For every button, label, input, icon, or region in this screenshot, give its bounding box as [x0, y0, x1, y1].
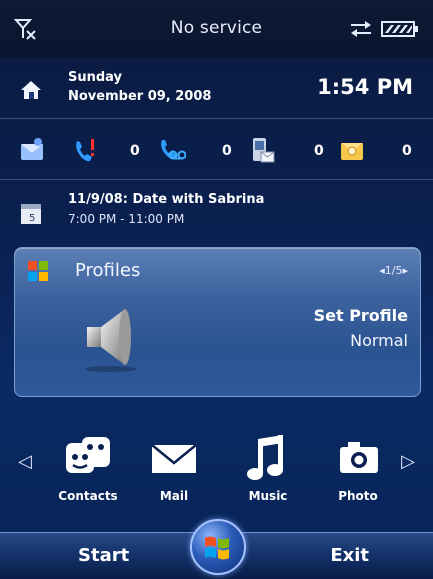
date-label: November 09, 2008 [68, 89, 212, 104]
app-label-photo: Photo [338, 489, 378, 503]
app-contacts[interactable]: Contacts [48, 433, 128, 525]
appointment-time: 7:00 PM - 11:00 PM [68, 212, 185, 226]
set-profile-label[interactable]: Set Profile [314, 306, 408, 325]
voicemail-icon[interactable] [158, 136, 186, 164]
windows-logo-icon [205, 536, 229, 560]
notifications-row: 0 0 0 0 [0, 119, 433, 180]
app-photo[interactable]: Photo [318, 433, 398, 525]
app-label-contacts: Contacts [58, 489, 118, 503]
today-screen: No service Sunday November 09, 2008 1:54… [0, 0, 433, 579]
email-count: 0 [402, 143, 412, 159]
inbox-icon[interactable] [18, 136, 46, 164]
softkey-bar: Start Exit [0, 519, 433, 579]
profiles-panel[interactable]: Profiles ◂1/5▸ Set Profile Normal [14, 247, 421, 397]
text-message-icon[interactable] [248, 136, 276, 164]
calendar-icon: 5 [21, 204, 41, 224]
profiles-pager[interactable]: ◂1/5▸ [379, 264, 408, 277]
music-icon [247, 435, 283, 480]
windows-start-button[interactable] [190, 519, 246, 575]
app-label-mail: Mail [159, 489, 189, 503]
status-bar: No service [0, 0, 433, 58]
voicemail-count: 0 [222, 143, 232, 159]
app-mail[interactable]: Mail [134, 433, 214, 525]
battery-icon[interactable] [381, 20, 419, 38]
svg-text:5: 5 [29, 213, 35, 224]
missed-call-icon[interactable] [72, 136, 100, 164]
profile-value[interactable]: Normal [350, 331, 408, 350]
sync-icon[interactable] [349, 20, 373, 38]
mail-icon [151, 444, 197, 473]
missed-call-count: 0 [130, 143, 140, 159]
text-message-count: 0 [314, 143, 324, 159]
start-softkey[interactable]: Start [78, 545, 129, 566]
email-icon[interactable] [338, 136, 366, 164]
windows-flag-icon [28, 261, 48, 281]
launcher-next-arrow[interactable]: ▷ [401, 451, 415, 472]
camera-icon [340, 442, 378, 473]
speaker-icon [85, 309, 137, 372]
clock: 1:54 PM [317, 75, 413, 99]
date-time-row[interactable]: Sunday November 09, 2008 1:54 PM [0, 58, 433, 119]
profiles-title: Profiles [75, 260, 141, 281]
app-launcher: ◁ Contacts Mail Music Photo ▷ [0, 405, 433, 525]
home-icon [21, 81, 41, 99]
day-label: Sunday [68, 70, 123, 85]
launcher-prev-arrow[interactable]: ◁ [18, 451, 32, 472]
contacts-icon [66, 437, 110, 473]
app-music[interactable]: Music [228, 433, 308, 525]
appointment-title: 11/9/08: Date with Sabrina [68, 192, 265, 207]
exit-softkey[interactable]: Exit [330, 545, 369, 566]
app-label-music: Music [248, 489, 288, 503]
appointment-row[interactable]: 5 11/9/08: Date with Sabrina 7:00 PM - 1… [0, 180, 433, 240]
